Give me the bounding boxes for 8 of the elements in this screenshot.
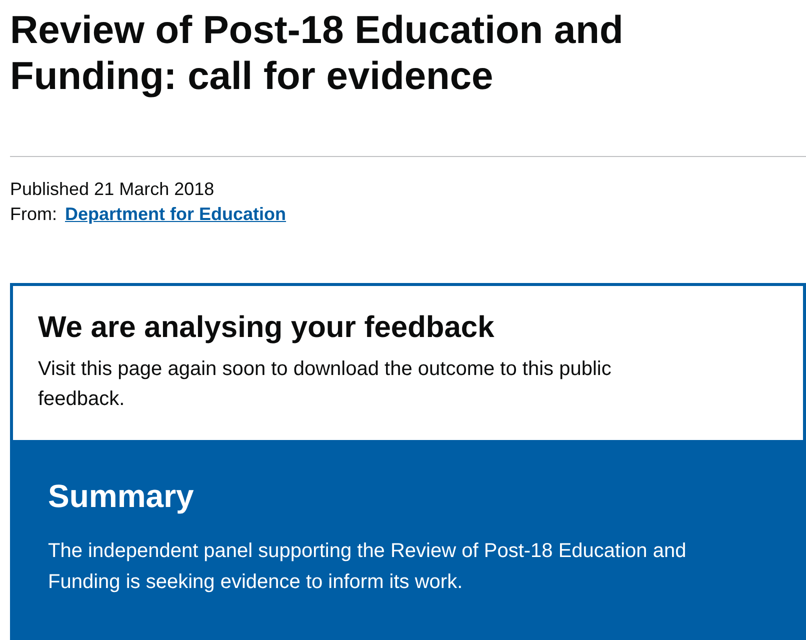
published-date: Published 21 March 2018 xyxy=(10,179,214,199)
page-title: Review of Post-18 Education and Funding: call for evidence xyxy=(10,8,624,100)
summary-heading: Summary xyxy=(48,477,195,516)
notice-text: Visit this page again soon to download the outcome to this public feedback. xyxy=(38,357,612,412)
department-link[interactable]: Department for Education xyxy=(65,204,286,224)
summary-text: The independent panel supporting the Review of Post-18 Education and Funding is seeking evidence to inform its work. xyxy=(48,539,688,595)
from-label: From: xyxy=(10,204,57,224)
notice-heading: We are analysing your feedback xyxy=(38,310,496,346)
